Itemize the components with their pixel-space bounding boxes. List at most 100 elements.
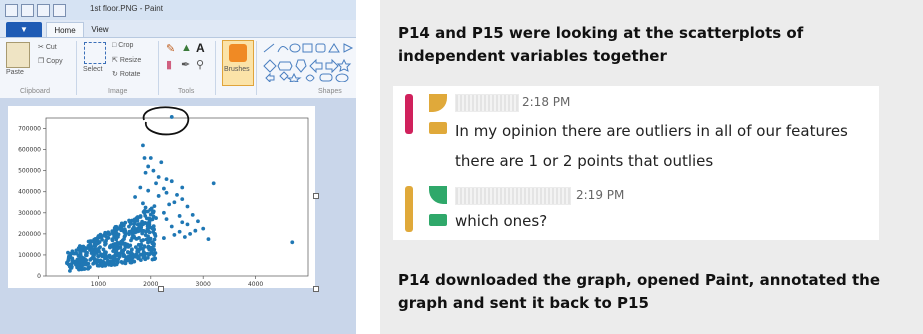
tab-home[interactable]: Home: [46, 22, 84, 38]
scatter-point: [164, 177, 169, 181]
undo-icon[interactable]: [37, 4, 50, 17]
scatter-point: [143, 170, 148, 175]
scatter-chart: 0 100000 200000 300000 400000 500000 600000 700…: [18, 106, 309, 288]
scatter-point: [141, 201, 145, 206]
scatter-point: [100, 254, 105, 259]
paint-canvas[interactable]: 0 100000 200000 300000 400000 500000 600000 700…: [8, 106, 315, 288]
resize-icon: ⇱: [112, 57, 118, 64]
scatter-point: [135, 249, 140, 254]
scatter-point: [132, 217, 137, 222]
scatter-point: [193, 228, 198, 233]
scatter-point: [185, 222, 190, 227]
scatter-point: [68, 268, 72, 273]
scatter-point: [180, 185, 185, 190]
scatter-point: [105, 255, 110, 259]
avatar-accent: [429, 122, 447, 134]
text-tool-icon[interactable]: A: [196, 41, 205, 55]
color-picker-icon[interactable]: ✒: [181, 58, 190, 71]
message-timestamp: 2:19 PM: [576, 188, 625, 202]
scatter-point: [134, 254, 139, 259]
scatter-point: [93, 238, 97, 243]
scatter-point: [89, 239, 94, 244]
scatter-point: [104, 250, 108, 255]
pencil-icon[interactable]: ✎: [166, 42, 175, 55]
eraser-icon[interactable]: ▮: [166, 58, 172, 71]
tab-file-menu[interactable]: ▼: [6, 22, 42, 37]
select-icon[interactable]: [84, 42, 106, 64]
resize-handle-right[interactable]: [313, 193, 319, 199]
scatter-point: [92, 250, 97, 255]
scatter-point: [162, 210, 166, 215]
magnifier-icon[interactable]: ⚲: [196, 58, 204, 71]
redo-icon[interactable]: [53, 4, 66, 17]
scatter-point: [162, 236, 166, 240]
paint-app-icon[interactable]: [5, 4, 18, 17]
copy-label: Copy: [46, 58, 63, 65]
scatter-point: [119, 227, 124, 232]
shapes-gallery[interactable]: [262, 42, 356, 82]
narrative-top: P14 and P15 were looking at the scatterp…: [398, 24, 804, 65]
rotate-button[interactable]: ↻ Rotate: [112, 70, 140, 78]
cut-button[interactable]: ✂ Cut: [38, 43, 57, 51]
scatter-point: [156, 175, 161, 179]
scatter-point: [70, 256, 74, 261]
scatter-point: [82, 262, 87, 267]
scatter-point: [123, 229, 128, 233]
scatter-point: [149, 217, 154, 222]
scatter-point: [164, 217, 169, 222]
dense-point-cluster: [65, 204, 158, 273]
scatter-point: [153, 256, 158, 261]
scatter-point: [96, 239, 101, 244]
scatter-point: [74, 248, 79, 253]
scatter-point: [114, 262, 119, 267]
scatter-point: [84, 253, 88, 258]
paste-button[interactable]: Paste: [6, 69, 24, 76]
shapes-group-label: Shapes: [318, 88, 342, 95]
avatar: [429, 94, 447, 112]
message-text: which ones?: [455, 212, 548, 230]
scatter-point: [130, 247, 134, 252]
scatter-point: [162, 186, 166, 191]
scatter-point: [145, 221, 150, 226]
scatter-point: [78, 250, 82, 254]
select-button[interactable]: Select: [83, 66, 102, 73]
scatter-point: [169, 179, 174, 184]
y-tick-label: 400000: [18, 189, 41, 196]
scatter-point: [141, 238, 146, 242]
copy-button[interactable]: ❐ Copy: [38, 57, 63, 65]
rotate-label: Rotate: [119, 71, 141, 78]
scatter-point: [290, 240, 295, 245]
brush-icon: [229, 44, 247, 62]
scatter-point: [146, 234, 150, 239]
scatter-point: [98, 245, 102, 250]
redacted-username: [455, 187, 571, 205]
scatter-point: [153, 231, 157, 236]
copy-icon: ❐: [38, 58, 45, 65]
resize-handle-bottom[interactable]: [158, 286, 164, 292]
narrative-bottom: P14 downloaded the graph, opened Paint, …: [398, 271, 880, 312]
scatter-point: [177, 229, 182, 234]
scatter-point: [151, 244, 156, 248]
scatter-point: [139, 246, 143, 250]
scatter-point: [150, 240, 155, 245]
paste-icon[interactable]: [6, 42, 30, 68]
y-tick-label: 500000: [18, 168, 41, 175]
scatter-point: [66, 256, 71, 261]
scatter-point: [159, 160, 164, 165]
brushes-button[interactable]: Brushes: [222, 40, 254, 86]
crop-button[interactable]: □ Crop: [112, 42, 133, 49]
resize-button[interactable]: ⇱ Resize: [112, 56, 141, 64]
save-icon[interactable]: [21, 4, 34, 17]
scatter-point: [83, 247, 88, 252]
scatter-point: [146, 164, 151, 169]
scatter-point: [79, 245, 84, 249]
scatter-points: [133, 115, 295, 245]
crop-icon: □: [112, 42, 117, 49]
scatter-point: [146, 188, 151, 193]
scatter-point: [103, 241, 108, 246]
fill-icon[interactable]: ▲: [181, 42, 192, 54]
paint-window: 1st floor.PNG - Paint ▼ Home View Paste …: [0, 0, 356, 334]
resize-handle-corner[interactable]: [313, 286, 319, 292]
tab-view[interactable]: View: [84, 22, 116, 37]
scatter-point: [145, 251, 150, 256]
